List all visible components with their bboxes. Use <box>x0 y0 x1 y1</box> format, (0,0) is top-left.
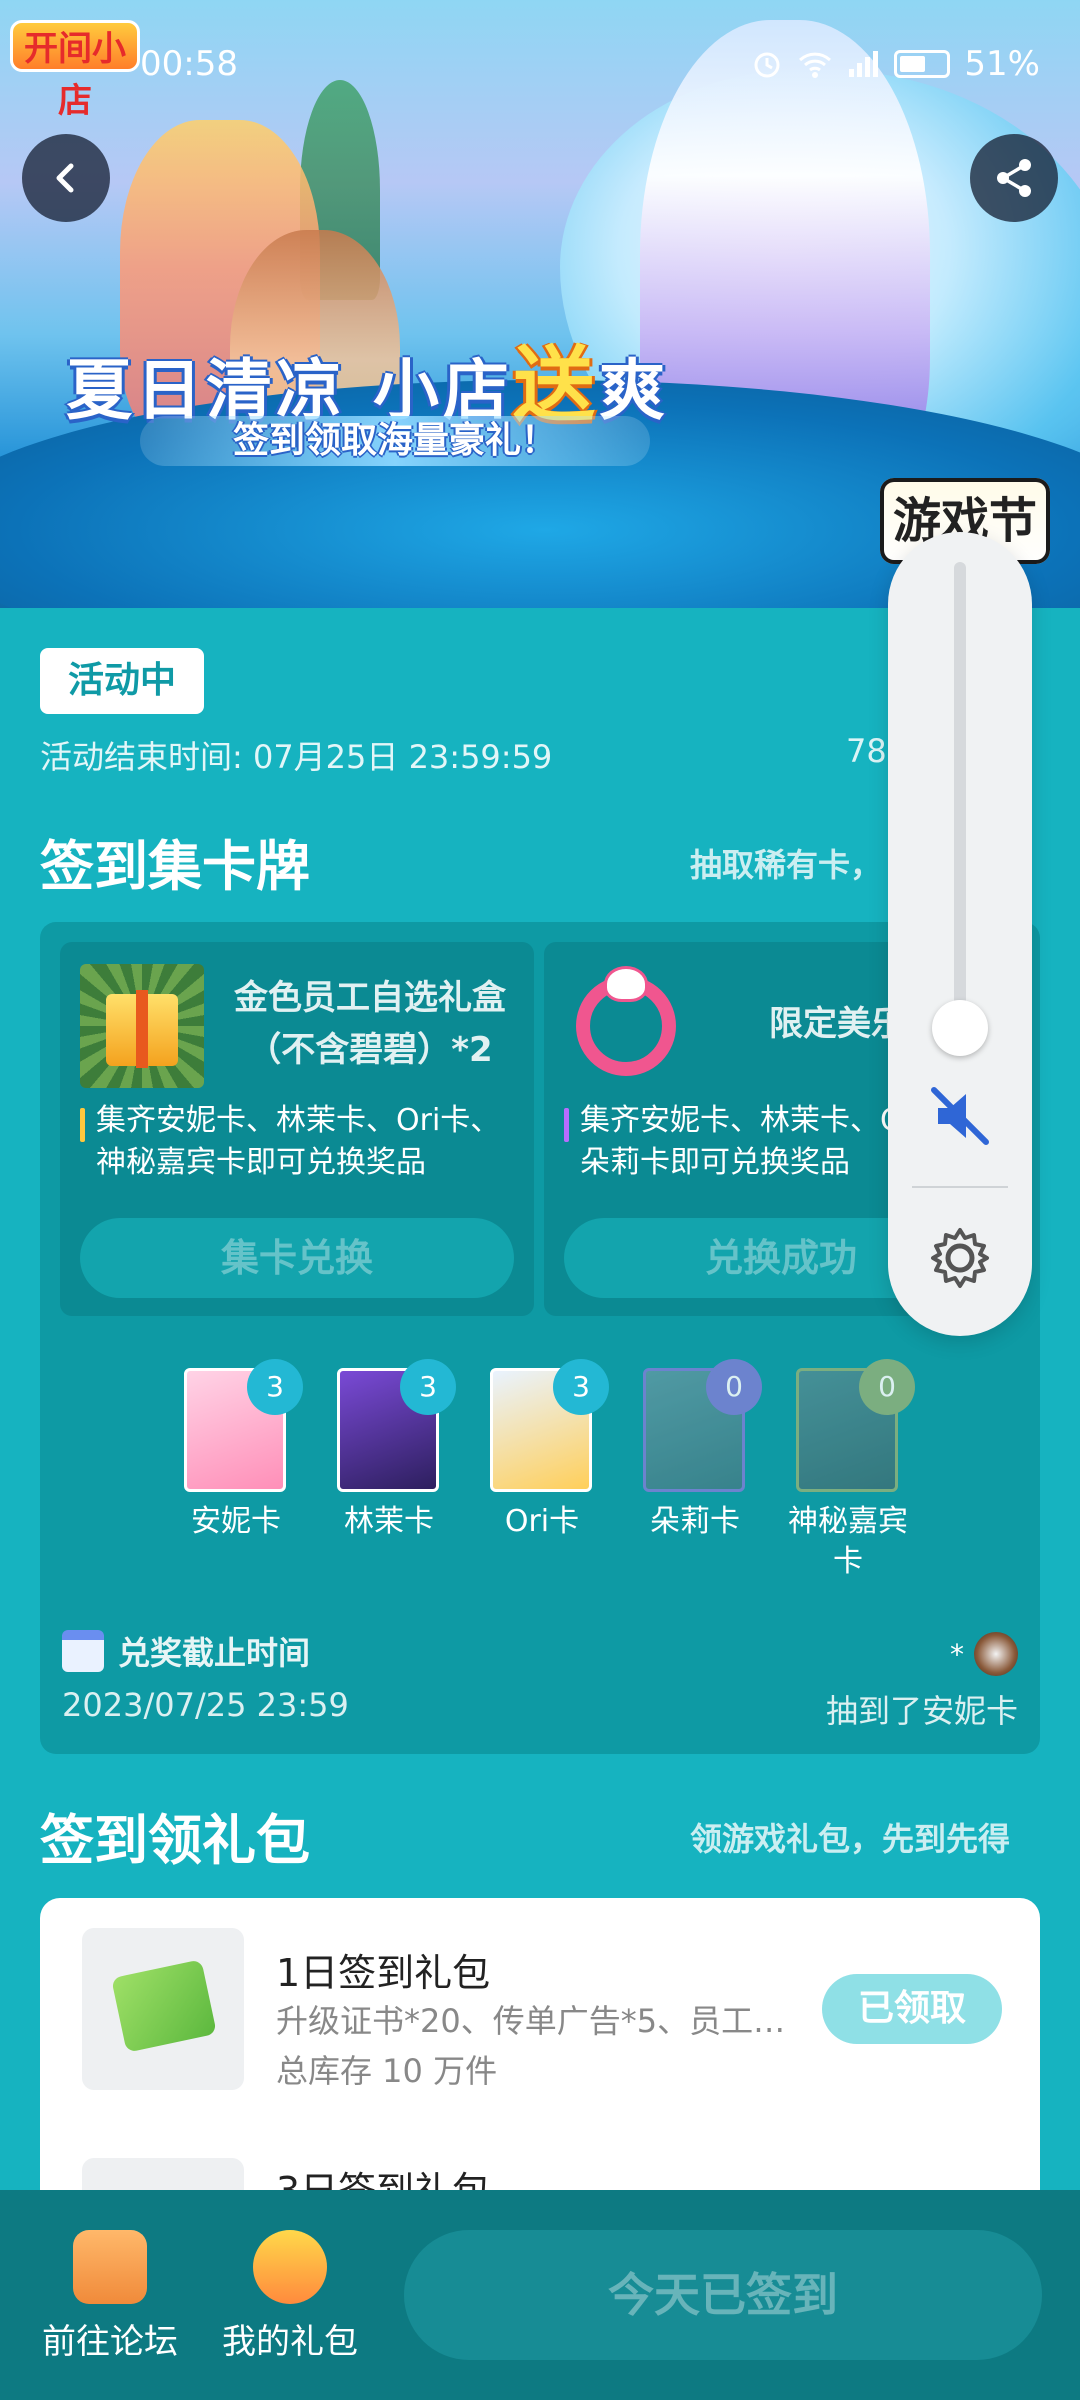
forum-icon <box>73 2230 147 2304</box>
gift-section-title: 签到领礼包 <box>40 1809 310 1872</box>
card-annie[interactable]: 3 安妮卡 <box>184 1359 303 1542</box>
app-logo: 开间小店 <box>10 20 140 121</box>
volume-slider[interactable] <box>954 562 966 1032</box>
banner-subtitle: 签到领取海量豪礼！ <box>140 416 650 466</box>
card-count-badge: 3 <box>400 1359 456 1415</box>
card-image: 3 <box>337 1359 456 1492</box>
forum-nav[interactable]: 前往论坛 <box>40 2230 180 2363</box>
gear-icon <box>931 1228 989 1288</box>
share-button[interactable] <box>970 134 1058 222</box>
share-icon <box>997 159 1031 197</box>
card-count-badge: 3 <box>553 1359 609 1415</box>
signed-in-button[interactable]: 今天已签到 <box>404 2230 1042 2360</box>
bottom-bar: 前往论坛 我的礼包 今天已签到 <box>0 2190 1080 2400</box>
deadline-value: 2023/07/25 23:59 <box>62 1686 349 1724</box>
my-gifts-nav[interactable]: 我的礼包 <box>220 2230 360 2363</box>
card-section-title: 签到集卡牌 <box>40 835 310 898</box>
card-image: 3 <box>184 1359 303 1492</box>
volume-slider-thumb[interactable] <box>932 1000 988 1056</box>
wifi-icon <box>799 52 832 78</box>
battery-percent: 51% <box>964 44 1040 84</box>
card-count-badge: 3 <box>247 1359 303 1415</box>
card-exchange-button[interactable]: 集卡兑换 <box>80 1218 514 1298</box>
card-ori[interactable]: 3 Ori卡 <box>490 1359 609 1542</box>
gift-section-hint: 领游戏礼包，先到先得 <box>690 1820 1011 1858</box>
alarm-icon <box>754 52 780 78</box>
mute-toggle[interactable] <box>924 1080 996 1152</box>
draw-user: * <box>950 1632 1018 1676</box>
card-name: 林茉卡 <box>344 1504 434 1539</box>
ticket-icon <box>111 1959 217 2053</box>
gift-bag-icon <box>253 2230 327 2304</box>
gift-box-icon <box>80 964 204 1088</box>
volume-divider <box>912 1186 1008 1188</box>
reward-item: 金色员工自选礼盒（不含碧碧）*2 集齐安妮卡、林茉卡、Ori卡、神秘嘉宾卡即可兑… <box>60 942 534 1316</box>
forum-label: 前往论坛 <box>42 2322 178 2362</box>
card-name: Ori卡 <box>504 1504 580 1539</box>
card-name: 朵莉卡 <box>650 1504 740 1539</box>
speaker-muted-icon <box>931 1087 989 1145</box>
reward-accent-bar <box>80 1108 85 1142</box>
status-time: 00:58 <box>140 44 238 84</box>
reward-description: 集齐安妮卡、林茉卡、Ori卡、神秘嘉宾卡即可兑换奖品 <box>80 1100 520 1184</box>
draw-result-text: 抽到了安妮卡 <box>825 1692 1018 1730</box>
melody-frame-icon <box>564 964 688 1088</box>
card-count-badge: 0 <box>859 1359 915 1415</box>
signal-icon <box>849 51 879 77</box>
reward-title: 金色员工自选礼盒（不含碧碧）*2 <box>234 978 506 1070</box>
card-name: 安妮卡 <box>191 1504 281 1539</box>
card-count-badge: 0 <box>706 1359 762 1415</box>
activity-status-badge: 活动中 <box>40 648 204 714</box>
gift-description: 升级证书*20、传单广告*5、员工招募令*1 <box>276 2002 796 2040</box>
battery-icon <box>894 50 951 78</box>
card-image: 0 <box>796 1359 915 1492</box>
volume-panel <box>888 532 1032 1336</box>
status-icons: 51% <box>750 44 1040 84</box>
deadline-label: 兑奖截止时间 <box>118 1634 311 1672</box>
event-banner: 夏日清凉 小店送爽 签到领取海量豪礼！ 游戏节 开间小店 <box>0 0 1080 608</box>
my-gifts-label: 我的礼包 <box>222 2322 358 2362</box>
card-image: 3 <box>490 1359 609 1492</box>
calendar-icon <box>62 1630 104 1672</box>
avatar <box>974 1632 1018 1676</box>
gift-stock: 总库存 10 万件 <box>276 2052 498 2090</box>
activity-end-time: 活动结束时间: 07月25日 23:59:59 <box>40 738 553 776</box>
card-linmo[interactable]: 3 林茉卡 <box>337 1359 456 1542</box>
sound-settings-button[interactable] <box>924 1222 996 1294</box>
claimed-button[interactable]: 已领取 <box>822 1974 1002 2044</box>
card-section-hint: 抽取稀有卡， <box>690 846 883 884</box>
draw-user-name: * <box>950 1637 964 1671</box>
gift-image <box>82 1928 244 2090</box>
card-mystery-guest[interactable]: 0 神秘嘉宾卡 <box>788 1359 915 1582</box>
card-duoli[interactable]: 0 朵莉卡 <box>643 1359 762 1542</box>
card-name: 神秘嘉宾卡 <box>788 1504 908 1579</box>
chevron-left-icon <box>56 163 74 193</box>
back-button[interactable] <box>22 134 110 222</box>
reward-accent-bar <box>564 1108 569 1142</box>
gift-title: 1日签到礼包 <box>276 1951 491 1995</box>
card-image: 0 <box>643 1359 762 1492</box>
